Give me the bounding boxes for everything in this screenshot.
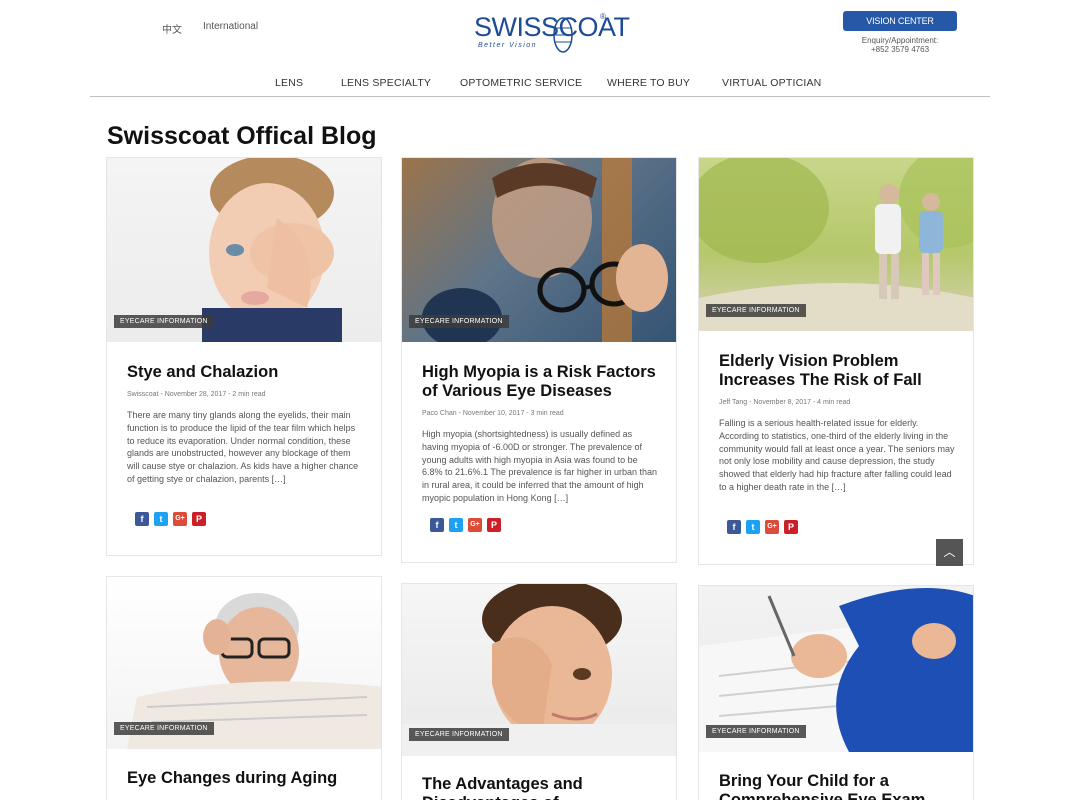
blog-card-title[interactable]: The Advantages and Disadvantages of: [422, 775, 662, 800]
enquiry-label: Enquiry/Appointment:: [861, 36, 939, 45]
nav-item-lens[interactable]: LENS: [275, 77, 303, 89]
language-international-link[interactable]: International: [203, 21, 258, 32]
category-tag[interactable]: EYECARE INFORMATION: [409, 728, 509, 741]
twitter-icon[interactable]: t: [449, 518, 463, 532]
facebook-icon[interactable]: f: [430, 518, 444, 532]
google-plus-icon[interactable]: G+: [173, 512, 187, 526]
pinterest-icon[interactable]: P: [784, 520, 798, 534]
enquiry-info: Enquiry/Appointment: +852 3579 4763: [843, 36, 957, 54]
nav-item-where-to-buy[interactable]: WHERE TO BUY: [607, 77, 690, 89]
nav-item-virtual-optician[interactable]: VIRTUAL OPTICIAN: [722, 77, 821, 89]
logo-registered-mark: ®: [600, 12, 606, 21]
twitter-icon[interactable]: t: [746, 520, 760, 534]
category-tag[interactable]: EYECARE INFORMATION: [114, 315, 214, 328]
blog-card-high-myopia: EYECARE INFORMATION High Myopia is a Ris…: [401, 157, 677, 563]
blog-card-image[interactable]: EYECARE INFORMATION: [699, 158, 973, 331]
category-tag[interactable]: EYECARE INFORMATION: [706, 304, 806, 317]
blog-card-image[interactable]: EYECARE INFORMATION: [699, 586, 973, 752]
pinterest-icon[interactable]: P: [487, 518, 501, 532]
category-tag[interactable]: EYECARE INFORMATION: [409, 315, 509, 328]
blog-card-child-eye-exam: EYECARE INFORMATION Bring Your Child for…: [698, 585, 974, 800]
category-tag[interactable]: EYECARE INFORMATION: [114, 722, 214, 735]
globe-icon: [553, 17, 573, 53]
enquiry-phone[interactable]: +852 3579 4763: [843, 45, 957, 54]
blog-card-stye-chalazion: EYECARE INFORMATION Stye and Chalazion S…: [106, 157, 382, 556]
blog-card-image[interactable]: EYECARE INFORMATION: [107, 158, 381, 342]
language-chinese-link[interactable]: 中文: [162, 21, 182, 36]
blog-card-meta: Jeff Tang - November 8, 2017 - 4 min rea…: [719, 399, 851, 406]
blog-card-title[interactable]: Bring Your Child for a Comprehensive Eye…: [719, 772, 959, 800]
blog-card-image[interactable]: EYECARE INFORMATION: [107, 577, 381, 749]
blog-card-title[interactable]: Eye Changes during Aging: [127, 769, 367, 788]
nav-divider: [90, 96, 990, 97]
blog-card-title[interactable]: High Myopia is a Risk Factors of Various…: [422, 363, 662, 401]
google-plus-icon[interactable]: G+: [765, 520, 779, 534]
category-tag[interactable]: EYECARE INFORMATION: [706, 725, 806, 738]
facebook-icon[interactable]: f: [135, 512, 149, 526]
blog-card-advantages-disadvantages: EYECARE INFORMATION The Advantages and D…: [401, 583, 677, 800]
blog-card-title[interactable]: Stye and Chalazion: [127, 363, 367, 382]
nav-item-lens-specialty[interactable]: LENS SPECIALTY: [341, 77, 431, 89]
page-title: Swisscoat Offical Blog: [107, 122, 377, 150]
pinterest-icon[interactable]: P: [192, 512, 206, 526]
blog-card-elderly-vision: EYECARE INFORMATION Elderly Vision Probl…: [698, 157, 974, 565]
blog-card-title[interactable]: Elderly Vision Problem Increases The Ris…: [719, 352, 959, 390]
vision-center-button[interactable]: VISION CENTER: [843, 11, 957, 31]
blog-card-image[interactable]: EYECARE INFORMATION: [402, 158, 676, 342]
blog-card-meta: Paco Chan - November 10, 2017 - 3 min re…: [422, 410, 564, 417]
google-plus-icon[interactable]: G+: [468, 518, 482, 532]
logo-tagline: Better Vision: [478, 42, 538, 49]
blog-card-excerpt: Falling is a serious health-related issu…: [719, 418, 955, 492]
blog-card-meta: Swisscoat - November 28, 2017 - 2 min re…: [127, 391, 266, 398]
swisscoat-logo[interactable]: SWISSCOAT Better Vision ®: [472, 10, 630, 54]
blog-card-excerpt: High myopia (shortsightedness) is usuall…: [422, 429, 657, 503]
scroll-to-top-button[interactable]: ︿: [936, 539, 963, 566]
blog-card-excerpt: There are many tiny glands along the eye…: [127, 410, 359, 484]
share-buttons: f t G+ P: [135, 512, 206, 526]
facebook-icon[interactable]: f: [727, 520, 741, 534]
share-buttons: f t G+ P: [727, 520, 798, 534]
share-buttons: f t G+ P: [430, 518, 501, 532]
twitter-icon[interactable]: t: [154, 512, 168, 526]
blog-card-eye-changes-aging: EYECARE INFORMATION Eye Changes during A…: [106, 576, 382, 800]
nav-item-optometric-service[interactable]: OPTOMETRIC SERVICE: [460, 77, 582, 89]
blog-card-image[interactable]: EYECARE INFORMATION: [402, 584, 676, 756]
